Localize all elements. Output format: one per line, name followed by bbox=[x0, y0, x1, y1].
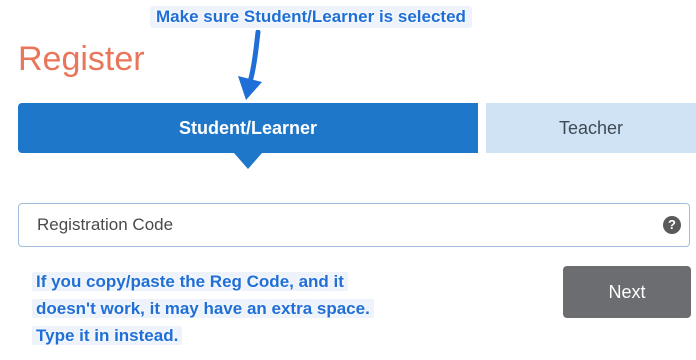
registration-code-field: ? bbox=[18, 203, 690, 247]
registration-code-input[interactable] bbox=[19, 204, 639, 246]
role-tabs: Student/Learner Teacher bbox=[18, 103, 696, 169]
question-circle-icon[interactable]: ? bbox=[663, 216, 681, 234]
annotation-bottom-line-1: If you copy/paste the Reg Code, and it bbox=[32, 272, 348, 291]
tab-student-learner[interactable]: Student/Learner bbox=[18, 103, 478, 153]
annotation-bottom: If you copy/paste the Reg Code, and it d… bbox=[32, 268, 532, 349]
annotation-top: Make sure Student/Learner is selected bbox=[150, 6, 472, 28]
annotation-bottom-line-3: Type it in instead. bbox=[32, 326, 183, 345]
annotation-arrow-icon bbox=[238, 30, 262, 100]
tab-student-learner-label: Student/Learner bbox=[178, 117, 318, 138]
tab-teacher-label: Teacher bbox=[558, 117, 624, 138]
page-title: Register bbox=[18, 40, 145, 78]
tab-teacher[interactable]: Teacher bbox=[486, 103, 696, 153]
next-button[interactable]: Next bbox=[563, 266, 691, 318]
annotation-bottom-line-2: doesn't work, it may have an extra space… bbox=[32, 299, 374, 318]
tab-selected-indicator bbox=[234, 153, 262, 169]
